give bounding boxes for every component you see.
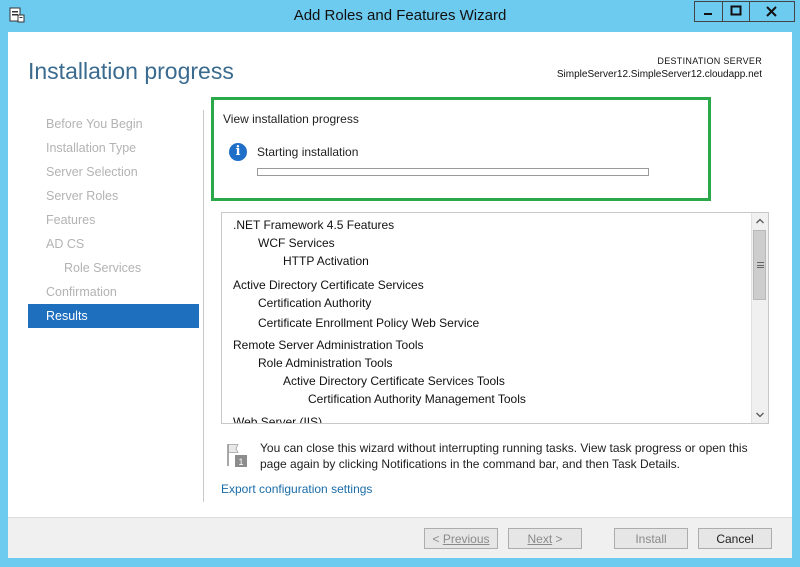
close-button[interactable] — [750, 1, 795, 22]
page-title: Installation progress — [28, 58, 234, 84]
nav-item-results[interactable]: Results — [28, 304, 199, 328]
maximize-button[interactable] — [722, 1, 750, 22]
scroll-up-button[interactable] — [752, 213, 768, 229]
nav-item-installation-type: Installation Type — [46, 141, 137, 155]
nav-item-confirmation: Confirmation — [46, 285, 117, 299]
nav-item-server-selection: Server Selection — [46, 165, 138, 179]
scrollbar-grip-icon — [757, 262, 764, 268]
progress-status: Starting installation — [257, 145, 359, 159]
list-item: Certification Authority — [258, 296, 372, 310]
destination-server-label: DESTINATION SERVER — [657, 56, 762, 66]
close-icon — [766, 6, 777, 17]
notification-count-badge: 1 — [238, 457, 243, 467]
nav-item-ad-cs: AD CS — [46, 237, 85, 251]
list-item: .NET Framework 4.5 Features — [233, 218, 395, 232]
install-button-label: Install — [635, 532, 667, 546]
progress-heading: View installation progress — [223, 112, 359, 126]
list-item: WCF Services — [258, 236, 335, 250]
background-task-notice: You can close this wizard without interr… — [260, 441, 748, 471]
list-item: Remote Server Administration Tools — [233, 338, 424, 352]
cancel-button[interactable]: Cancel — [698, 528, 772, 549]
nav-item-server-roles: Server Roles — [46, 189, 119, 203]
list-item: Active Directory Certificate Services — [233, 278, 424, 292]
destination-server-name: SimpleServer12.SimpleServer12.cloudapp.n… — [556, 69, 762, 80]
minimize-button[interactable] — [694, 1, 722, 22]
install-button[interactable]: Install — [614, 528, 688, 549]
title-bar[interactable]: Add Roles and Features Wizard — [0, 0, 800, 32]
previous-button-label: Previous — [442, 532, 490, 546]
scroll-down-button[interactable] — [752, 407, 768, 423]
list-item: Role Administration Tools — [258, 356, 393, 370]
wizard-content: Installation progress DESTINATION SERVER… — [8, 32, 792, 558]
features-list-scrollbar[interactable] — [751, 213, 768, 423]
installation-progress-bar — [257, 168, 649, 176]
nav-item-before-you-begin: Before You Begin — [46, 117, 143, 131]
list-item: HTTP Activation — [283, 254, 369, 268]
list-item: Active Directory Certificate Services To… — [283, 374, 505, 388]
wizard-window: Add Roles and Features Wizard Installati… — [0, 0, 800, 567]
wizard-nav: Before You Begin Installation Type Serve… — [28, 112, 199, 328]
next-button-label: Next — [527, 532, 553, 546]
cancel-button-label: Cancel — [716, 532, 754, 546]
features-list[interactable]: .NET Framework 4.5 Features WCF Services… — [221, 212, 769, 424]
window-title: Add Roles and Features Wizard — [293, 7, 507, 24]
installation-progress-panel: View installation progress i Starting in… — [211, 97, 711, 201]
features-list-viewport: .NET Framework 4.5 Features WCF Services… — [222, 213, 752, 423]
next-button[interactable]: Next > — [508, 528, 582, 549]
minimize-icon — [704, 13, 712, 15]
wizard-footer: < Previous Next > Install Cancel — [8, 517, 792, 558]
list-item: Web Server (IIS) — [233, 415, 323, 423]
export-configuration-link[interactable]: Export configuration settings — [221, 482, 372, 496]
nav-item-features: Features — [46, 213, 96, 227]
chevron-up-icon — [756, 218, 764, 224]
notification-flag-icon: 1 — [227, 444, 247, 467]
list-item: Certificate Enrollment Policy Web Servic… — [258, 316, 480, 330]
chevron-down-icon — [756, 412, 764, 418]
nav-divider — [203, 110, 204, 502]
info-icon: i — [229, 143, 247, 161]
maximize-icon — [730, 5, 742, 16]
previous-button[interactable]: < Previous — [424, 528, 498, 549]
list-item: Certification Authority Management Tools — [308, 392, 526, 406]
scrollbar-thumb[interactable] — [753, 230, 766, 300]
nav-item-role-services: Role Services — [64, 261, 142, 275]
